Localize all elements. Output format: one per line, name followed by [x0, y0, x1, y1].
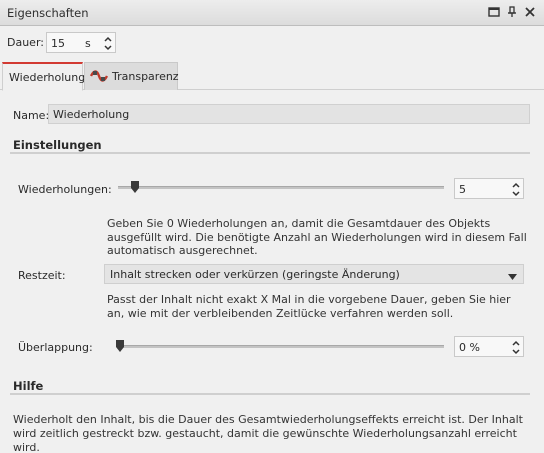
spin-down-icon[interactable] — [511, 188, 521, 197]
overlap-value[interactable]: 0 % — [459, 341, 480, 354]
tab-wiederholung[interactable]: Wiederholung — [2, 62, 86, 91]
section-title-settings: Einstellungen — [13, 138, 102, 152]
overlap-stepper[interactable]: 0 % — [454, 336, 524, 357]
repetitions-value[interactable]: 5 — [459, 183, 466, 196]
tab-transparenz[interactable]: Transparenz — [84, 62, 179, 90]
duration-label: Dauer: — [7, 36, 44, 49]
panel-titlebar: Eigenschaften — [0, 0, 544, 26]
remaining-time-label: Restzeit: — [18, 269, 66, 282]
transparency-icon — [89, 68, 109, 84]
duration-stepper[interactable]: 15 s — [46, 32, 116, 53]
repetitions-stepper[interactable]: 5 — [454, 178, 524, 199]
repetitions-slider[interactable] — [118, 186, 444, 189]
remaining-time-hint: Passt der Inhalt nicht exakt X Mal in di… — [107, 293, 511, 320]
panel-title: Eigenschaften — [7, 6, 89, 20]
duration-row: Dauer: 15 s — [0, 32, 200, 54]
overlap-label: Überlappung: — [18, 341, 93, 354]
repetitions-slider-thumb[interactable] — [130, 180, 140, 194]
overlap-slider-thumb[interactable] — [115, 339, 125, 353]
section-title-help: Hilfe — [13, 379, 44, 393]
duration-unit: s — [85, 37, 91, 50]
pin-icon[interactable] — [505, 5, 519, 19]
spin-down-icon[interactable] — [103, 42, 113, 51]
remaining-time-value: Inhalt strecken oder verkürzen (geringst… — [110, 268, 400, 281]
section-divider — [10, 393, 530, 395]
spin-down-icon[interactable] — [511, 346, 521, 355]
overlap-slider[interactable] — [118, 345, 444, 348]
section-divider — [10, 152, 530, 154]
chevron-down-icon[interactable] — [508, 271, 517, 284]
tab-bar: Wiederholung Transparenz — [0, 62, 544, 91]
remaining-time-select[interactable]: Inhalt strecken oder verkürzen (geringst… — [104, 264, 524, 284]
help-text: Wiederholt den Inhalt, bis die Dauer des… — [13, 413, 523, 453]
repetitions-hint: Geben Sie 0 Wiederholungen an, damit die… — [107, 217, 527, 257]
maximize-icon[interactable] — [487, 5, 501, 19]
tab-label: Wiederholung — [9, 71, 86, 84]
name-field[interactable]: Wiederholung — [48, 104, 530, 124]
repetitions-label: Wiederholungen: — [18, 183, 112, 196]
close-icon[interactable] — [523, 5, 537, 19]
name-label: Name: — [13, 109, 50, 122]
duration-value[interactable]: 15 — [51, 37, 65, 50]
tab-label: Transparenz — [112, 70, 179, 83]
